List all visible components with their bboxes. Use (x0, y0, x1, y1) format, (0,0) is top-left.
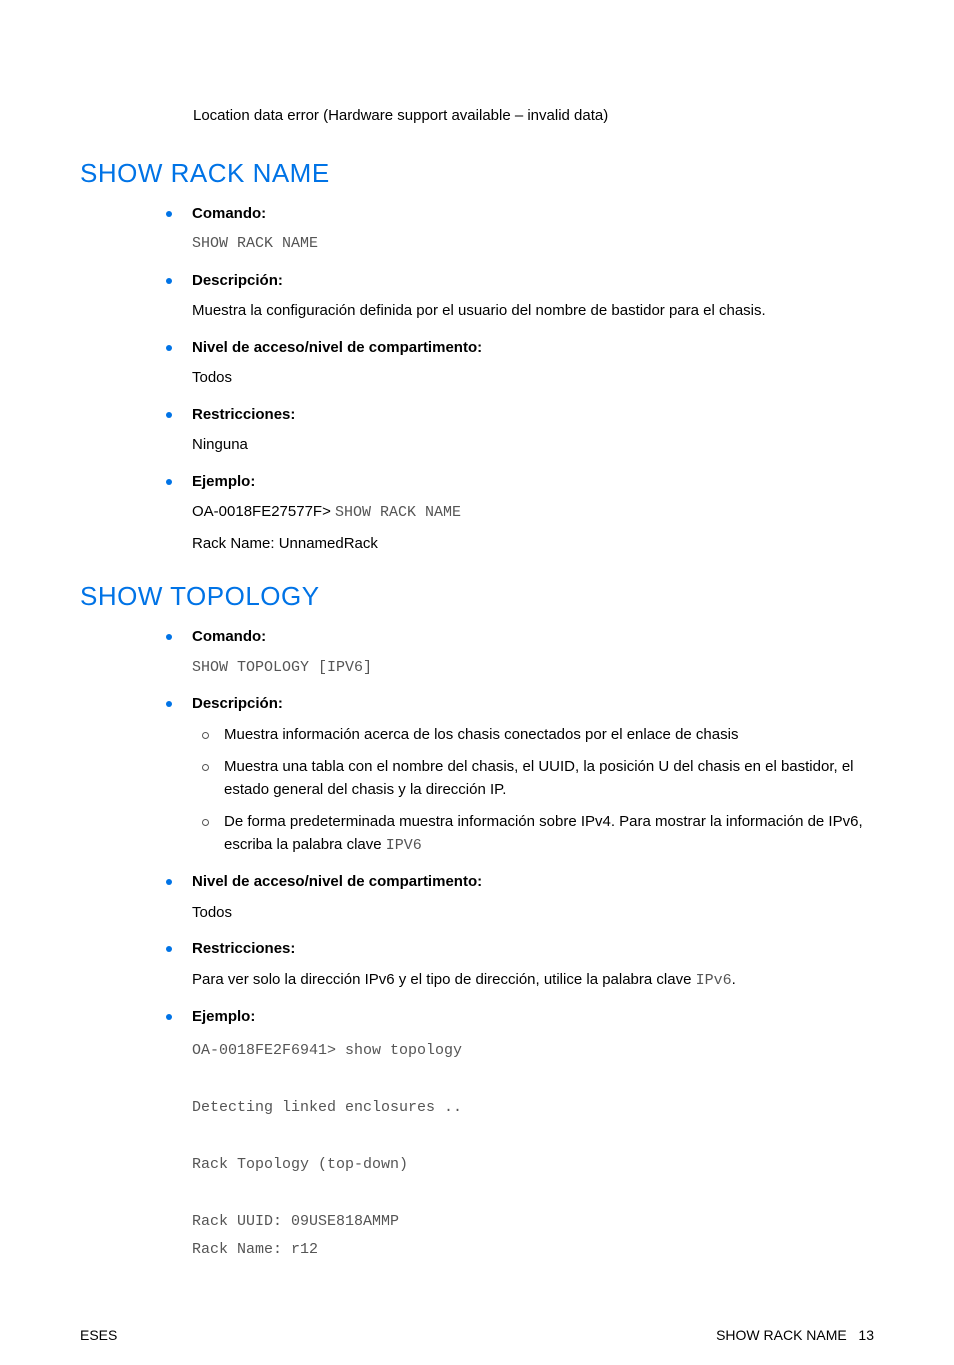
list-item: Nivel de acceso/nivel de compartimento: … (152, 337, 874, 390)
access-level-text: Todos (192, 367, 874, 390)
command-text: SHOW TOPOLOGY [IPV6] (192, 657, 874, 680)
section-0-list: Comando: SHOW RACK NAME Descripción: Mue… (152, 203, 874, 556)
list-item: Ejemplo: OA-0018FE27577F> SHOW RACK NAME… (152, 471, 874, 556)
list-item: Restricciones: Ninguna (152, 404, 874, 457)
list-item: Comando: SHOW RACK NAME (152, 203, 874, 256)
list-item: Ejemplo: OA-0018FE2F6941> show topology … (152, 1006, 874, 1265)
item-label: Comando: (192, 205, 266, 222)
intro-text: Location data error (Hardware support av… (193, 105, 874, 128)
list-item: Restricciones: Para ver solo la direcció… (152, 938, 874, 992)
sublist-item: De forma predeterminada muestra informac… (192, 811, 874, 857)
example-line-2: Rack Name: UnnamedRack (192, 533, 874, 556)
restrictions-text: Para ver solo la dirección IPv6 y el tip… (192, 969, 874, 993)
section-heading-1: SHOW TOPOLOGY (80, 577, 874, 616)
item-label: Restricciones: (192, 406, 295, 423)
description-sublist: Muestra información acerca de los chasis… (192, 724, 874, 858)
item-label: Comando: (192, 628, 266, 645)
footer-left: ESES (80, 1325, 117, 1346)
example-code-block: OA-0018FE2F6941> show topology Detecting… (192, 1037, 874, 1265)
item-label: Ejemplo: (192, 473, 255, 490)
restrictions-text: Ninguna (192, 434, 874, 457)
sublist-item: Muestra una tabla con el nombre del chas… (192, 756, 874, 801)
sublist-item: Muestra información acerca de los chasis… (192, 724, 874, 747)
access-level-text: Todos (192, 902, 874, 925)
item-label: Restricciones: (192, 940, 295, 957)
description-text: Muestra la configuración definida por el… (192, 300, 874, 323)
list-item: Nivel de acceso/nivel de compartimento: … (152, 871, 874, 924)
example-line-1: OA-0018FE27577F> SHOW RACK NAME (192, 501, 874, 525)
item-label: Nivel de acceso/nivel de compartimento: (192, 339, 482, 356)
list-item: Comando: SHOW TOPOLOGY [IPV6] (152, 626, 874, 679)
command-text: SHOW RACK NAME (192, 233, 874, 256)
list-item: Descripción: Muestra la configuración de… (152, 270, 874, 323)
item-label: Descripción: (192, 695, 283, 712)
list-item: Descripción: Muestra información acerca … (152, 693, 874, 857)
item-label: Ejemplo: (192, 1008, 255, 1025)
section-heading-0: SHOW RACK NAME (80, 154, 874, 193)
item-label: Descripción: (192, 272, 283, 289)
footer-right: SHOW RACK NAME 13 (716, 1325, 874, 1346)
section-1-list: Comando: SHOW TOPOLOGY [IPV6] Descripció… (152, 626, 874, 1265)
item-label: Nivel de acceso/nivel de compartimento: (192, 873, 482, 890)
